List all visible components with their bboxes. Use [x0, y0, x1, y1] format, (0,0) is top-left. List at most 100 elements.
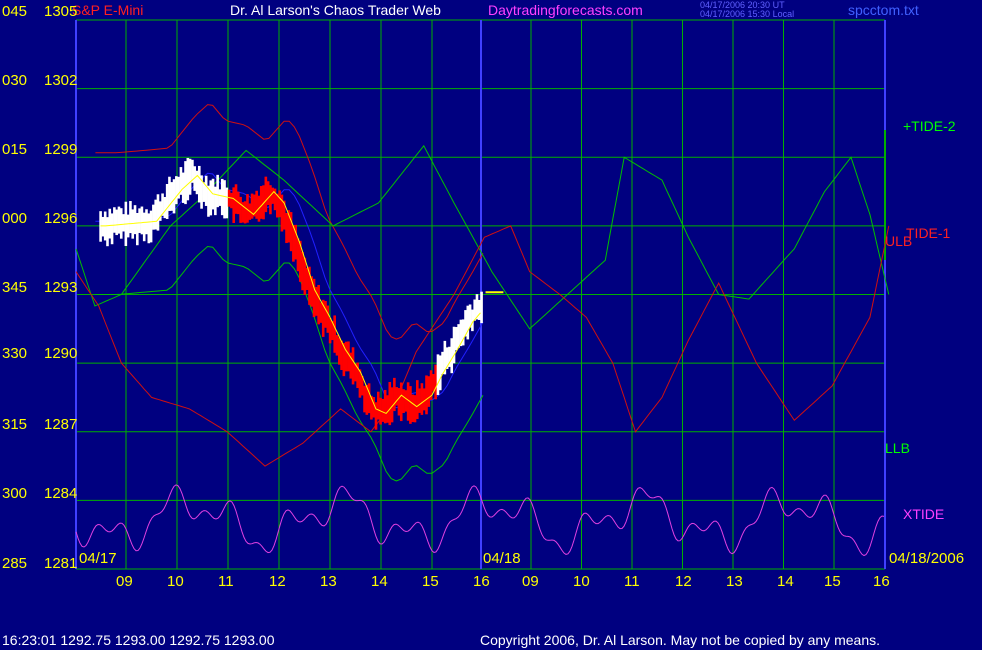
price-bar: [266, 181, 270, 206]
price-bar: [305, 268, 309, 290]
price-bar: [432, 374, 435, 392]
price-bar: [471, 309, 474, 332]
x-hour-label: 09: [522, 573, 539, 590]
x-hour-label: 14: [371, 573, 388, 590]
price-bar: [422, 388, 426, 411]
y-price-label: 1287: [44, 416, 78, 433]
price-bar: [292, 225, 295, 262]
price-bar: [147, 213, 151, 244]
price-bar: [386, 395, 389, 423]
price-bar: [420, 383, 424, 415]
x-hour-label: 16: [473, 573, 490, 590]
price-bar: [152, 204, 155, 230]
price-bar: [333, 315, 336, 353]
price-bar: [234, 184, 238, 214]
y-time-label: 030: [2, 72, 28, 89]
llb-label: LLB: [885, 440, 910, 456]
price-bar: [269, 185, 272, 215]
y-time-label: 300: [2, 485, 28, 502]
price-bar: [455, 327, 458, 351]
price-bar: [480, 291, 483, 324]
price-bar: [175, 176, 178, 205]
price-bar: [363, 385, 366, 413]
price-bar: [473, 299, 476, 321]
y-time-label: 330: [2, 345, 28, 362]
price-bar: [404, 390, 408, 412]
price-bar: [243, 201, 247, 224]
copyright-notice: Copyright 2006, Dr. Al Larson. May not b…: [480, 632, 881, 648]
price-bar: [477, 299, 481, 320]
price-bar: [367, 383, 371, 414]
y-price-label: 1290: [44, 345, 78, 362]
price-bar: [154, 199, 157, 230]
price-bar: [376, 391, 380, 420]
price-bar: [436, 354, 440, 395]
price-bar: [195, 170, 199, 195]
price-bar: [149, 210, 153, 243]
price-bar: [335, 335, 339, 356]
price-bar: [425, 375, 428, 415]
price-bar: [163, 197, 167, 219]
x-hour-label: 15: [422, 573, 439, 590]
price-bar: [101, 216, 105, 237]
price-bar: [411, 394, 415, 423]
price-bar: [317, 284, 320, 325]
price-bar: [351, 347, 355, 385]
y-price-label: 1299: [44, 141, 78, 158]
data-file-label: spcctom.txt: [848, 2, 919, 18]
price-bar: [381, 398, 385, 422]
price-bar: [416, 380, 419, 420]
tide2-label: +TIDE-2: [903, 118, 956, 134]
x-hour-label: 13: [320, 573, 337, 590]
price-bar: [122, 214, 125, 232]
price-bar: [276, 193, 279, 218]
x-hour-label: 11: [218, 573, 234, 590]
y-price-label: 1305: [44, 3, 78, 20]
price-bar: [223, 180, 226, 219]
instrument-label: S&P E-Mini: [72, 2, 144, 18]
price-bar: [115, 209, 118, 236]
price-bar: [402, 389, 405, 413]
price-bar: [126, 214, 130, 238]
y-time-label: 345: [2, 279, 28, 296]
site-link[interactable]: Daytradingforecasts.com: [488, 2, 643, 18]
price-bar: [450, 338, 454, 374]
price-bar: [409, 386, 412, 424]
price-bar: [413, 395, 417, 423]
price-bar: [220, 178, 224, 216]
x-hour-label: 11: [624, 573, 640, 590]
y-time-label: 015: [2, 141, 28, 158]
y-price-label: 1296: [44, 210, 78, 227]
price-bar: [427, 376, 431, 407]
x-hour-label: 09: [116, 573, 133, 590]
end-date-label: 04/18/2006: [889, 550, 965, 567]
x-hour-label: 10: [573, 573, 590, 590]
price-bar: [347, 341, 350, 372]
price-bar: [328, 317, 332, 344]
ulb-label: ULB: [885, 233, 913, 249]
x-hour-label: 14: [777, 573, 794, 590]
xtide-label: XTIDE: [903, 506, 945, 522]
tide1-label: TIDE-1: [906, 225, 951, 241]
price-bar: [117, 206, 121, 234]
price-bar: [271, 187, 275, 204]
price-bar: [140, 206, 144, 235]
price-bar: [204, 175, 208, 206]
price-bar: [438, 355, 442, 391]
x-hour-label: 16: [873, 573, 890, 590]
x-hour-label: 12: [269, 573, 286, 590]
x-hour-label: 15: [824, 573, 841, 590]
last-quote: 16:23:01 1292.75 1293.00 1292.75 1293.00: [2, 632, 275, 648]
price-bar: [136, 212, 139, 246]
price-bar: [239, 196, 242, 223]
price-bar: [156, 194, 160, 231]
price-bar: [138, 208, 141, 233]
price-bar: [255, 190, 258, 219]
price-bar: [388, 382, 392, 426]
price-bar: [383, 389, 387, 424]
price-bar: [278, 190, 281, 218]
price-bar: [324, 301, 327, 328]
price-bar: [344, 341, 348, 372]
price-bar: [108, 208, 112, 239]
price-bar: [457, 324, 460, 348]
